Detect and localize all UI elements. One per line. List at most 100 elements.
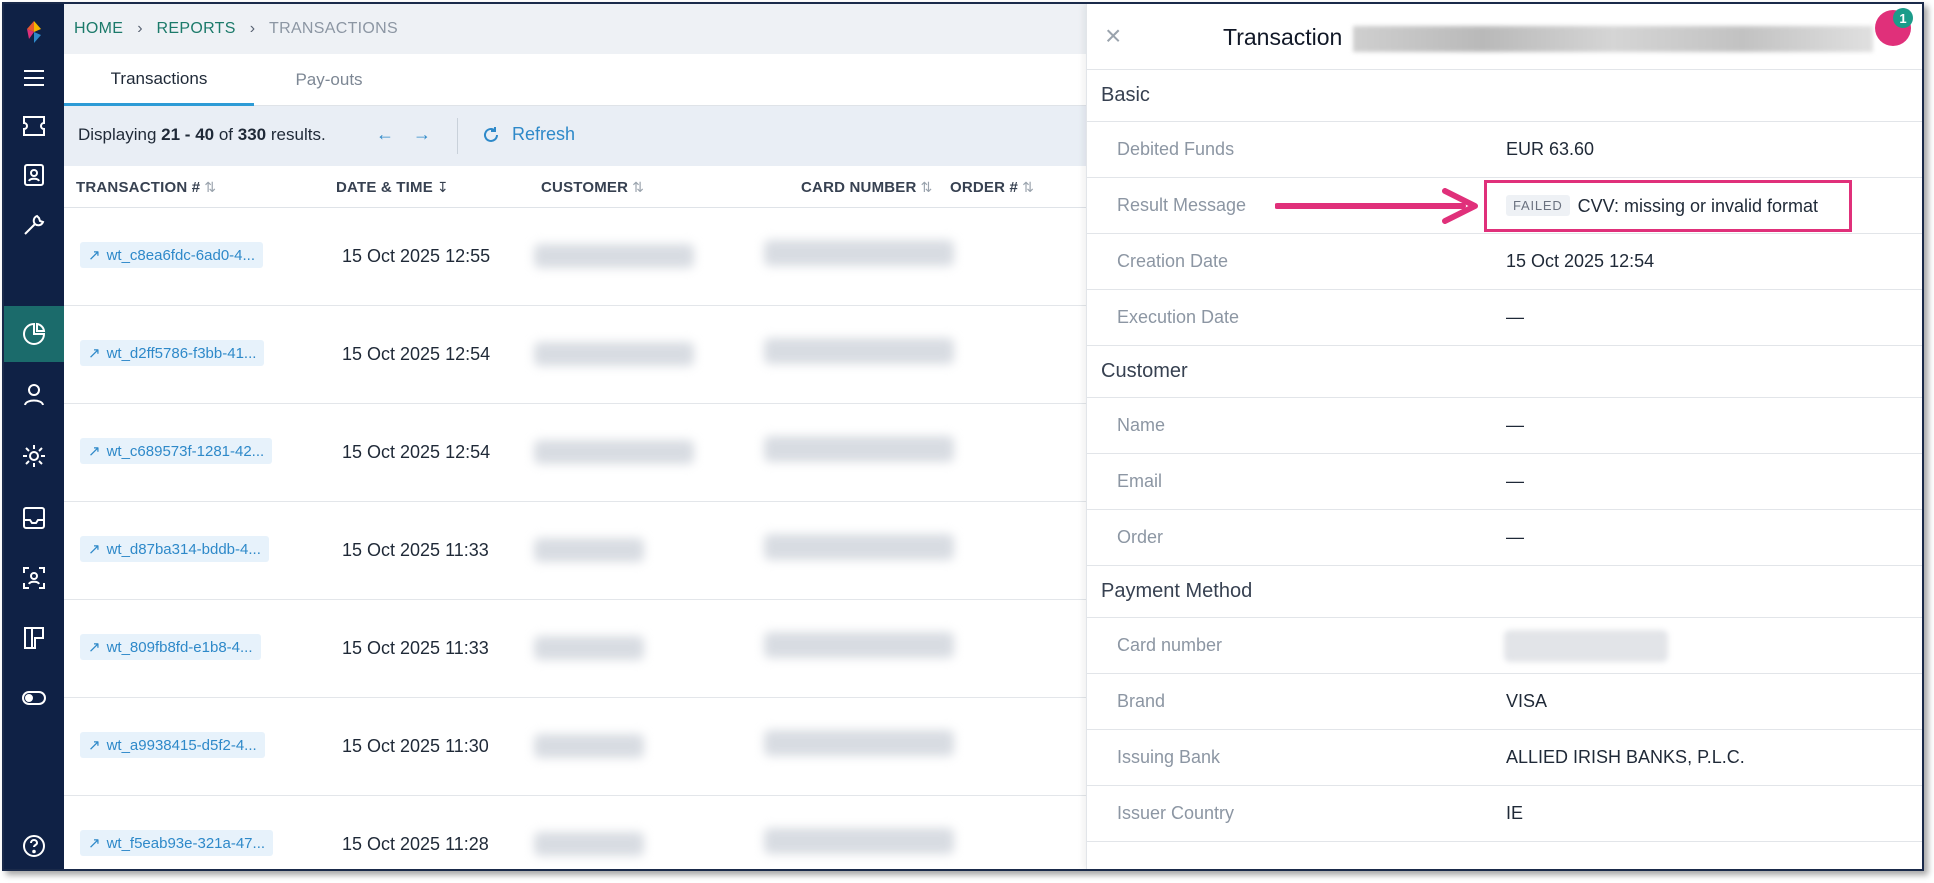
detail-label: Execution Date xyxy=(1117,307,1240,327)
transaction-link[interactable]: ↗ wt_d2ff5786-f3bb-41... xyxy=(80,340,265,366)
board-icon[interactable] xyxy=(4,610,64,666)
external-link-icon: ↗ xyxy=(88,835,101,852)
sort-icon: ⇅ xyxy=(632,179,645,195)
external-link-icon: ↗ xyxy=(88,737,101,754)
sort-icon: ⇅ xyxy=(204,179,217,195)
detail-value: VISA xyxy=(1506,691,1548,711)
redacted-customer xyxy=(534,734,644,758)
detail-row-brand: Brand VISA xyxy=(1087,674,1922,730)
refresh-button[interactable]: Refresh xyxy=(482,124,575,145)
row-date: 15 Oct 2025 11:30 xyxy=(342,736,489,756)
row-date: 15 Oct 2025 12:54 xyxy=(342,344,491,364)
detail-label: Card number xyxy=(1117,635,1223,655)
inbox-icon[interactable] xyxy=(4,490,64,546)
annotation-highlight-box xyxy=(1484,180,1852,232)
refresh-icon xyxy=(484,126,498,142)
column-header-card-number[interactable]: CARD NUMBER ⇅ xyxy=(801,179,932,196)
detail-value: ALLIED IRISH BANKS, P.L.C. xyxy=(1506,747,1745,767)
toolbar-divider xyxy=(457,118,458,154)
ticket-icon[interactable] xyxy=(4,98,64,154)
transaction-id: wt_c689573f-1281-42... xyxy=(106,442,265,460)
app-window: HOME › REPORTS › TRANSACTIONS Transactio… xyxy=(2,2,1924,871)
face-scan-icon[interactable] xyxy=(4,550,64,606)
gear-icon[interactable] xyxy=(4,428,64,484)
external-link-icon: ↗ xyxy=(88,345,101,362)
tab-pay-outs[interactable]: Pay-outs xyxy=(254,54,404,106)
transaction-link[interactable]: ↗ wt_809fb8fd-e1b8-4... xyxy=(80,634,261,660)
row-date: 15 Oct 2025 11:28 xyxy=(342,834,489,854)
row-date: 15 Oct 2025 11:33 xyxy=(342,638,489,658)
next-page-button[interactable]: → xyxy=(411,124,433,146)
detail-value: — xyxy=(1506,471,1524,491)
pie-chart-icon[interactable] xyxy=(4,306,64,362)
external-link-icon: ↗ xyxy=(88,247,101,264)
user-icon[interactable] xyxy=(4,366,64,422)
redacted-card-number xyxy=(764,534,954,560)
redacted-card-number xyxy=(764,436,954,462)
redacted-customer xyxy=(534,342,694,366)
chevron-right-icon: › xyxy=(249,20,256,37)
redacted-card-number xyxy=(764,730,954,756)
transaction-id: wt_c8ea6fdc-6ad0-4... xyxy=(106,246,256,264)
notification-badge: 1 xyxy=(1893,8,1913,28)
tab-transactions[interactable]: Transactions xyxy=(64,54,254,106)
help-icon[interactable] xyxy=(4,818,64,869)
detail-label: Brand xyxy=(1117,691,1166,711)
detail-row-creation-date: Creation Date 15 Oct 2025 12:54 xyxy=(1087,234,1922,290)
detail-value: IE xyxy=(1506,803,1524,823)
results-label: results. xyxy=(270,125,326,144)
detail-label: Debited Funds xyxy=(1117,139,1235,159)
row-date: 15 Oct 2025 12:55 xyxy=(342,246,491,266)
sort-desc-icon: ↧ xyxy=(436,179,449,195)
transaction-link[interactable]: ↗ wt_a9938415-d5f2-4... xyxy=(80,732,265,758)
detail-row-order: Order — xyxy=(1087,510,1922,566)
transaction-id: wt_809fb8fd-e1b8-4... xyxy=(106,638,253,656)
chevron-right-icon: › xyxy=(137,20,143,37)
breadcrumb-home[interactable]: HOME xyxy=(74,20,123,38)
transaction-id: wt_d87ba314-bddb-4... xyxy=(106,540,261,558)
wrench-icon[interactable] xyxy=(4,197,64,253)
detail-row-execution-date: Execution Date — xyxy=(1087,290,1922,346)
detail-label: Issuing Bank xyxy=(1117,747,1221,767)
redacted-card-number xyxy=(1504,630,1668,662)
redacted-customer xyxy=(534,832,644,856)
detail-value: — xyxy=(1506,307,1524,327)
detail-row-email: Email — xyxy=(1087,454,1922,510)
detail-value: — xyxy=(1506,527,1524,547)
row-date: 15 Oct 2025 11:33 xyxy=(342,540,489,560)
of-label: of xyxy=(218,125,234,144)
detail-label: Name xyxy=(1117,415,1166,435)
detail-row-debited-funds: Debited Funds EUR 63.60 xyxy=(1087,122,1922,178)
detail-label: Order xyxy=(1117,527,1164,547)
column-header-date-time[interactable]: DATE & TIME ↧ xyxy=(336,179,449,196)
external-link-icon: ↗ xyxy=(88,541,101,558)
prev-page-button[interactable]: ← xyxy=(374,124,396,146)
detail-label: Result Message xyxy=(1117,195,1247,215)
transaction-link[interactable]: ↗ wt_d87ba314-bddb-4... xyxy=(80,536,269,562)
close-icon[interactable]: × xyxy=(1105,22,1121,50)
detail-row-issuing-bank: Issuing Bank ALLIED IRISH BANKS, P.L.C. xyxy=(1087,730,1922,786)
redacted-card-number xyxy=(764,632,954,658)
detail-label: Issuer Country xyxy=(1117,803,1235,823)
panel-header: × Transaction 1 xyxy=(1087,4,1922,70)
toggle-icon[interactable] xyxy=(4,670,64,726)
column-header-order[interactable]: ORDER # ⇅ xyxy=(950,179,1034,196)
breadcrumb: HOME › REPORTS › TRANSACTIONS xyxy=(74,20,398,38)
column-header-transaction[interactable]: TRANSACTION # ⇅ xyxy=(76,179,216,196)
detail-row-issuer-country: Issuer Country IE xyxy=(1087,786,1922,842)
redacted-transaction-id xyxy=(1353,26,1873,52)
sort-icon: ⇅ xyxy=(920,179,933,195)
column-header-customer[interactable]: CUSTOMER ⇅ xyxy=(541,179,644,196)
redacted-card-number xyxy=(764,338,954,364)
detail-value: EUR 63.60 xyxy=(1506,139,1595,159)
transaction-id: wt_f5eab93e-321a-47... xyxy=(106,834,266,852)
transaction-link[interactable]: ↗ wt_c689573f-1281-42... xyxy=(80,438,273,464)
contact-card-icon[interactable] xyxy=(4,147,64,203)
row-date: 15 Oct 2025 12:54 xyxy=(342,442,491,462)
detail-row-card-number: Card number xyxy=(1087,618,1922,674)
redacted-customer xyxy=(534,244,694,268)
breadcrumb-reports[interactable]: REPORTS xyxy=(157,20,236,38)
transaction-link[interactable]: ↗ wt_f5eab93e-321a-47... xyxy=(80,830,274,856)
results-total: 330 xyxy=(237,125,267,144)
transaction-link[interactable]: ↗ wt_c8ea6fdc-6ad0-4... xyxy=(80,242,264,268)
